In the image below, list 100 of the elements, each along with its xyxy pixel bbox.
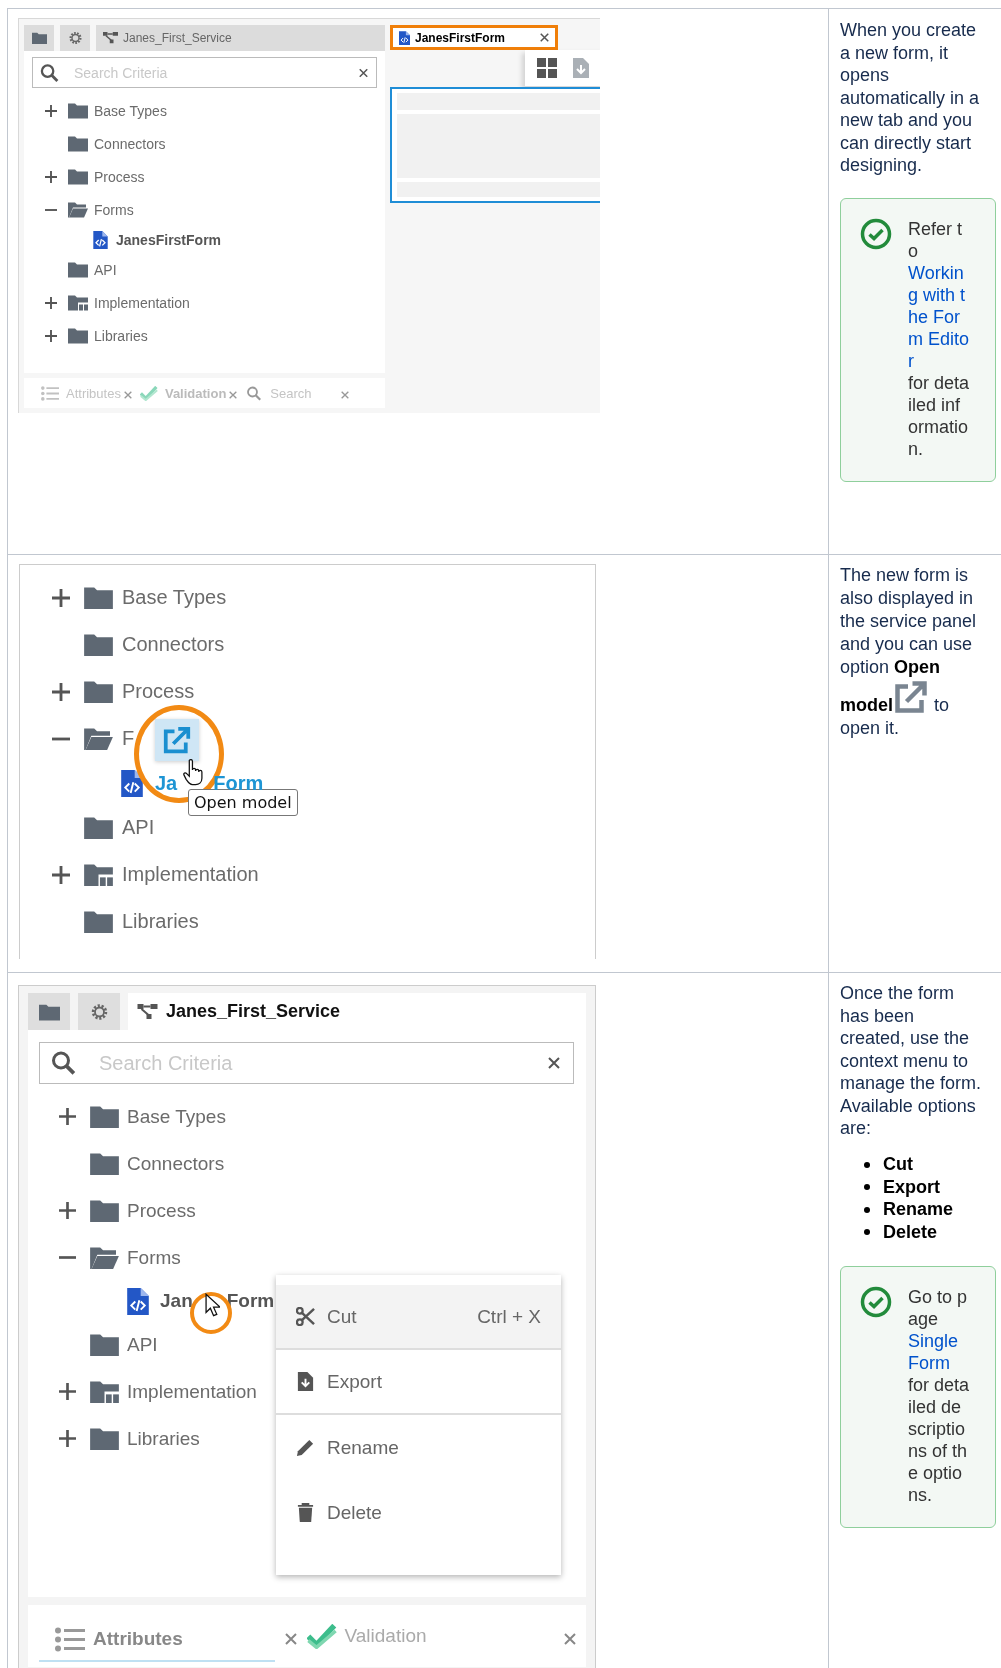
info-text: Go to page Single Form for detailed descriptions of the options. (908, 1285, 970, 1506)
description-text: The new form is also displayed in the service panel and you can use option Open model to open it. (840, 564, 978, 740)
tree-item-label[interactable]: Connectors (122, 633, 225, 656)
tree-item-label[interactable]: Implementation (122, 863, 259, 886)
editor-tab[interactable]: JanesFirstForm (390, 25, 558, 50)
folder-tab[interactable] (28, 993, 70, 1030)
settings-tab[interactable] (60, 25, 90, 51)
clear-icon[interactable] (548, 1057, 560, 1069)
code-file-icon (121, 769, 143, 797)
bullet-icon (864, 1184, 870, 1191)
hierarchy-icon (137, 1002, 158, 1021)
clear-icon[interactable] (359, 68, 368, 77)
expand-icon[interactable] (45, 170, 57, 183)
tree-item-label[interactable]: JanesFirstForm (116, 231, 222, 248)
bullet-icon (864, 1229, 870, 1236)
file-export-icon (296, 1372, 315, 1391)
tree-item-label[interactable]: Libraries (127, 1427, 200, 1450)
expand-icon[interactable] (45, 329, 57, 342)
tree-item-label[interactable]: API (127, 1333, 158, 1356)
tree-item-label[interactable]: Process (127, 1199, 196, 1222)
folder-icon (90, 1199, 119, 1222)
settings-tab[interactable] (78, 993, 120, 1030)
folder-icon (68, 261, 88, 278)
close-icon[interactable] (564, 1633, 576, 1645)
expand-icon[interactable] (45, 296, 57, 309)
expand-icon[interactable] (52, 588, 70, 607)
code-file-icon (127, 1287, 149, 1315)
description-text: Once the form has been created, use the context menu to manage the form. Available options are: (840, 982, 982, 1140)
open-external-icon (162, 725, 192, 755)
tree-item-label[interactable]: Implementation (127, 1380, 257, 1403)
tree-item-label[interactable]: Base Types (94, 102, 167, 119)
expand-icon[interactable] (52, 682, 70, 701)
menu-item[interactable]: Export (276, 1350, 561, 1415)
expand-icon[interactable] (59, 1108, 76, 1125)
settings-icon (67, 31, 83, 45)
tree-item-label[interactable]: API (94, 261, 117, 278)
tree-item-label[interactable]: Connectors (94, 135, 166, 152)
open-model-button[interactable] (155, 719, 199, 761)
folder-icon (90, 1427, 119, 1450)
close-icon[interactable] (540, 33, 549, 42)
code-file-icon (399, 30, 410, 45)
shortcut-text: Ctrl + X (477, 1305, 541, 1328)
open-folder-icon (68, 201, 88, 218)
folder-icon (68, 168, 88, 185)
expand-icon[interactable] (59, 1383, 76, 1400)
bullet-icon (864, 1161, 870, 1168)
folder-tab[interactable] (24, 25, 54, 51)
service-tab[interactable]: Janes_First_Service (128, 993, 586, 1030)
open-folder-icon (90, 1246, 119, 1269)
tree-item-label[interactable]: Implementation (94, 294, 190, 311)
hand-cursor-icon (183, 758, 204, 786)
folder-icon (84, 586, 113, 609)
tree-item-label[interactable]: Connectors (127, 1152, 225, 1175)
tree-item-label[interactable]: Forms (94, 201, 134, 218)
expand-icon[interactable] (45, 104, 57, 117)
tree-item-label[interactable]: F (122, 727, 135, 750)
list-item-text: Rename (883, 1199, 954, 1221)
folder-icon (90, 1152, 119, 1175)
expand-icon[interactable] (59, 1202, 76, 1219)
tree-item-label[interactable]: Libraries (122, 910, 199, 933)
close-icon[interactable] (284, 1633, 297, 1645)
list-item-text: Export (883, 1176, 940, 1198)
tree-item-label[interactable]: Base Types (122, 586, 227, 609)
panel-tab[interactable]: Attributes (39, 1618, 275, 1662)
list-icon (41, 385, 59, 401)
expand-icon[interactable] (52, 865, 70, 884)
scissors-icon (296, 1307, 315, 1326)
tree-item-label[interactable]: Process (94, 168, 145, 185)
expand-icon[interactable] (59, 1430, 76, 1447)
search-icon (40, 63, 59, 82)
folder-grid-icon (68, 294, 88, 311)
description-text: When you create a new form, it opens automatically in a new tab and you can directly start designing. (840, 19, 981, 177)
link[interactable]: Single Form (908, 1329, 970, 1374)
double-check-icon (139, 385, 158, 401)
tree-item-label[interactable]: Jan (160, 1290, 193, 1312)
folder-grid-icon (84, 863, 113, 886)
menu-item[interactable]: Cut Ctrl + X (276, 1285, 561, 1350)
tree-item-label[interactable]: Forms (127, 1246, 181, 1269)
menu-item[interactable]: Delete (276, 1480, 561, 1545)
grid-icon[interactable] (537, 58, 557, 78)
tree-item-label[interactable]: API (122, 816, 155, 839)
folder-icon (84, 816, 113, 839)
link[interactable]: Working with the Form Editor (908, 261, 970, 372)
open-external-icon (893, 679, 929, 715)
tree-item-label[interactable]: Base Types (127, 1105, 226, 1128)
hierarchy-icon (103, 31, 118, 45)
double-check-icon (306, 1623, 337, 1649)
check-circle-icon (860, 1285, 892, 1318)
menu-item[interactable]: Rename (276, 1415, 561, 1480)
folder-icon (68, 135, 88, 152)
search-icon (51, 1050, 76, 1076)
info-text: Refer to Working with the Form Editor for detailed information. (908, 217, 970, 460)
tree-item-label[interactable]: Process (122, 680, 195, 703)
tree-item-label[interactable]: Form (226, 1290, 275, 1312)
code-file-icon (93, 230, 108, 249)
tree-item-label[interactable]: Libraries (94, 327, 148, 344)
service-tab[interactable]: Janes_First_Service (96, 25, 385, 51)
list-item-text: Delete (883, 1221, 938, 1243)
tree-item-label[interactable]: Ja (155, 771, 178, 795)
trash-icon (296, 1503, 315, 1522)
